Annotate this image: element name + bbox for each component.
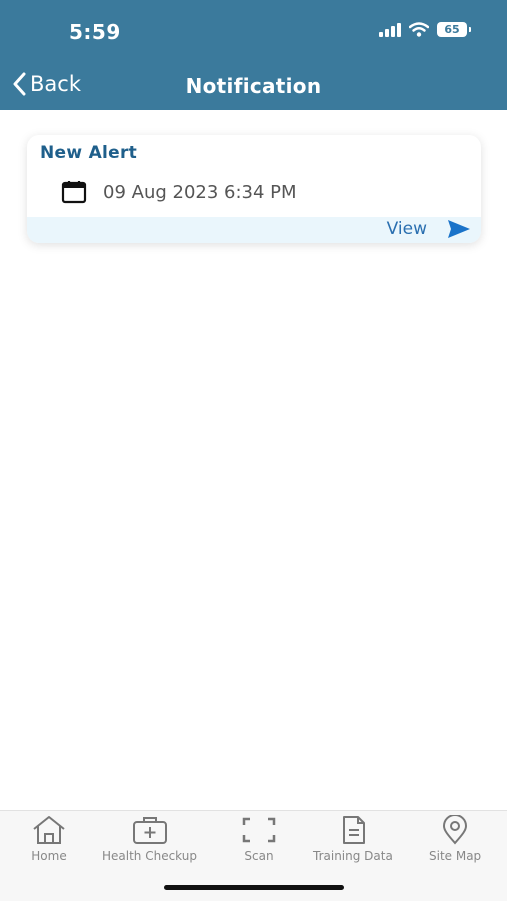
page-title: Notification: [185, 74, 322, 98]
tab-label-scan: Scan: [244, 849, 274, 863]
wifi-icon: [409, 22, 429, 37]
tab-label-site-map: Site Map: [429, 849, 482, 863]
status-indicators: 65: [379, 22, 471, 37]
notification-date: 09 Aug 2023 6:34 PM: [103, 181, 297, 203]
notification-footer: View: [27, 217, 481, 243]
notification-title: New Alert: [40, 143, 138, 163]
tab-home[interactable]: Home: [30, 815, 68, 863]
tab-scan[interactable]: Scan: [240, 815, 278, 863]
send-icon: [448, 220, 470, 238]
document-icon: [342, 816, 365, 844]
tab-label-training-data: Training Data: [313, 849, 393, 863]
location-pin-icon: [443, 815, 468, 845]
tab-health-checkup[interactable]: Health Checkup: [102, 815, 197, 863]
home-indicator: [164, 885, 344, 890]
notification-card[interactable]: New Alert 09 Aug 2023 6:34 PM View: [27, 135, 481, 243]
tab-label-health-checkup: Health Checkup: [102, 849, 197, 863]
app-header: 5:59 65 Back Notification: [0, 0, 507, 110]
tab-training-data[interactable]: Training Data: [313, 815, 393, 863]
notification-date-row: 09 Aug 2023 6:34 PM: [61, 180, 297, 204]
scan-icon: [242, 817, 276, 843]
medical-kit-icon: [132, 817, 167, 844]
home-icon: [33, 816, 65, 844]
view-label: View: [386, 219, 427, 239]
battery-icon: 65: [437, 22, 471, 37]
tab-label-home: Home: [31, 849, 67, 863]
battery-level: 65: [444, 23, 460, 36]
view-button[interactable]: View: [387, 219, 471, 239]
calendar-icon: [61, 181, 87, 204]
cellular-signal-icon: [379, 22, 401, 37]
status-time: 5:59: [69, 20, 121, 44]
tab-site-map[interactable]: Site Map: [429, 815, 481, 863]
